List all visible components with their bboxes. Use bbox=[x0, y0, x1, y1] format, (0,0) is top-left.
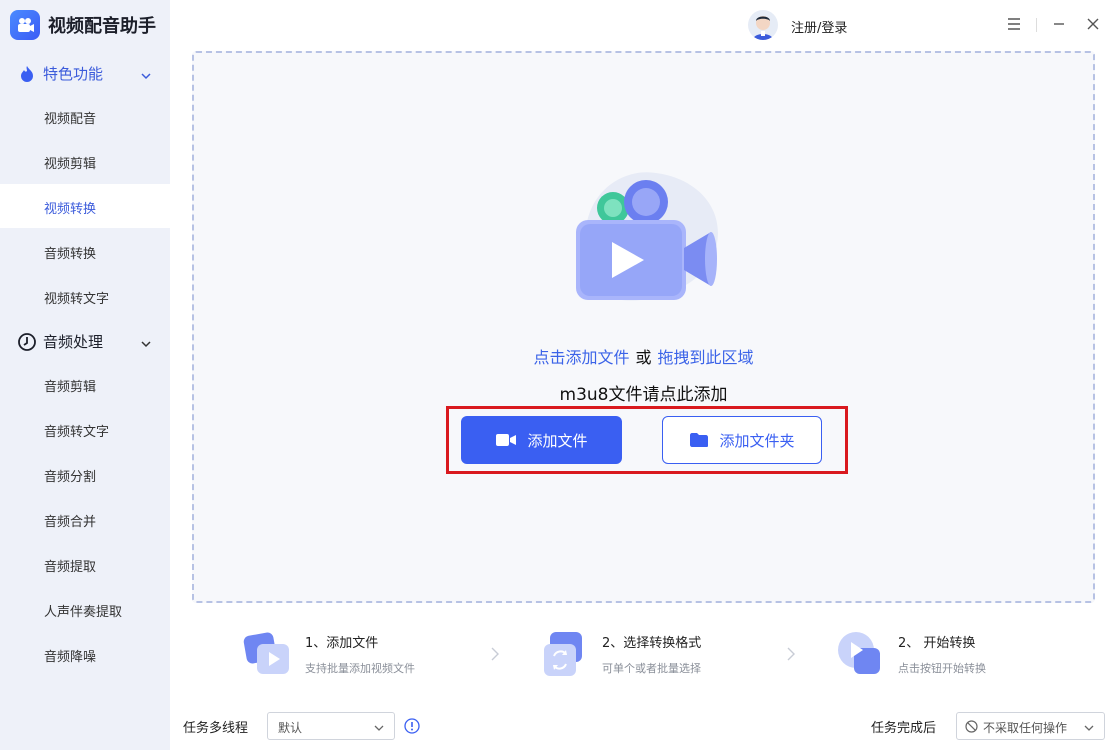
video-icon bbox=[495, 432, 517, 448]
sidebar-item-label: 音频分割 bbox=[44, 470, 97, 485]
m3u8-link[interactable]: m3u8文件请点此添加 bbox=[192, 380, 1095, 405]
file-drop-zone[interactable] bbox=[192, 51, 1095, 603]
add-file-button[interactable]: 添加文件 bbox=[461, 416, 622, 464]
titlebar-divider bbox=[1036, 18, 1037, 32]
group-featured[interactable]: 特色功能 bbox=[0, 55, 170, 91]
step-desc: 点击按钮开始转换 bbox=[898, 662, 986, 675]
sidebar-item-video-convert[interactable]: 视频转换 bbox=[0, 184, 170, 228]
folder-icon bbox=[689, 432, 709, 448]
step-desc: 支持批量添加视频文件 bbox=[305, 662, 415, 675]
menu-icon[interactable] bbox=[1006, 16, 1022, 32]
group-audio[interactable]: 音频处理 bbox=[0, 323, 170, 359]
thread-select-value: 默认 bbox=[278, 721, 303, 735]
sidebar-item-label: 视频转换 bbox=[44, 202, 97, 217]
group-featured-label: 特色功能 bbox=[43, 65, 104, 83]
ban-icon bbox=[965, 720, 978, 733]
video-camera-icon bbox=[566, 168, 726, 308]
sidebar-item-video-edit[interactable]: 视频剪辑 bbox=[0, 139, 170, 183]
after-task-select[interactable]: 不采取任何操作 bbox=[956, 712, 1105, 740]
sidebar-item-audio-convert[interactable]: 音频转换 bbox=[0, 229, 170, 273]
flame-icon bbox=[17, 64, 37, 84]
sidebar: 视频配音助手 特色功能 视频配音 视频剪辑 视频转换 音频转换 视频转文字 音频… bbox=[0, 0, 170, 750]
chevron-down-icon bbox=[1084, 722, 1094, 732]
clock-music-icon bbox=[17, 332, 37, 352]
drop-hint: 点击添加文件或拖拽到此区域 bbox=[192, 344, 1095, 368]
sidebar-item-label: 视频配音 bbox=[44, 112, 97, 127]
minimize-icon[interactable] bbox=[1051, 16, 1067, 32]
convert-icon bbox=[540, 630, 588, 678]
sidebar-item-label: 音频转换 bbox=[44, 247, 97, 262]
chevron-down-icon bbox=[140, 67, 152, 80]
or-text: 或 bbox=[635, 348, 652, 367]
sidebar-item-audio-merge[interactable]: 音频合并 bbox=[0, 497, 170, 541]
step-title: 2、选择转换格式 bbox=[602, 636, 702, 651]
click-add-link[interactable]: 点击添加文件 bbox=[533, 348, 629, 367]
add-video-icon bbox=[243, 630, 291, 678]
add-folder-button[interactable]: 添加文件夹 bbox=[662, 416, 822, 464]
chevron-right-icon bbox=[490, 646, 500, 662]
sidebar-item-label: 音频转文字 bbox=[44, 425, 110, 440]
step-title: 2、 开始转换 bbox=[898, 636, 976, 651]
thread-select[interactable]: 默认 bbox=[267, 712, 395, 740]
group-audio-label: 音频处理 bbox=[43, 333, 104, 351]
add-folder-label: 添加文件夹 bbox=[719, 431, 795, 450]
drag-area-text: 拖拽到此区域 bbox=[657, 348, 754, 367]
sidebar-item-label: 视频剪辑 bbox=[44, 157, 97, 172]
login-link[interactable]: 注册/登录 bbox=[791, 17, 847, 36]
add-file-label: 添加文件 bbox=[527, 431, 588, 450]
sidebar-item-vocal-extract[interactable]: 人声伴奏提取 bbox=[0, 587, 170, 631]
brand: 视频配音助手 bbox=[10, 10, 156, 40]
after-task-value: 不采取任何操作 bbox=[983, 721, 1068, 735]
avatar[interactable] bbox=[748, 10, 778, 40]
sidebar-item-noise-reduction[interactable]: 音频降噪 bbox=[0, 632, 170, 676]
app-title: 视频配音助手 bbox=[48, 16, 156, 37]
sidebar-item-audio-to-text[interactable]: 音频转文字 bbox=[0, 407, 170, 451]
close-icon[interactable] bbox=[1085, 16, 1101, 32]
sidebar-item-video-to-text[interactable]: 视频转文字 bbox=[0, 274, 170, 318]
chevron-right-icon bbox=[786, 646, 796, 662]
info-icon[interactable] bbox=[404, 718, 420, 734]
sidebar-item-audio-split[interactable]: 音频分割 bbox=[0, 452, 170, 496]
thread-label: 任务多线程 bbox=[183, 721, 249, 736]
play-icon bbox=[836, 630, 884, 678]
sidebar-item-video-dubbing[interactable]: 视频配音 bbox=[0, 94, 170, 138]
sidebar-item-label: 音频合并 bbox=[44, 515, 97, 530]
sidebar-item-label: 人声伴奏提取 bbox=[44, 605, 123, 620]
sidebar-item-label: 音频剪辑 bbox=[44, 380, 97, 395]
sidebar-item-label: 音频提取 bbox=[44, 560, 97, 575]
sidebar-item-label: 音频降噪 bbox=[44, 650, 97, 665]
after-task-label: 任务完成后 bbox=[871, 721, 937, 736]
step-title: 1、添加文件 bbox=[305, 636, 379, 651]
chevron-down-icon bbox=[374, 722, 384, 732]
sidebar-item-label: 视频转文字 bbox=[44, 292, 110, 307]
sidebar-item-audio-edit[interactable]: 音频剪辑 bbox=[0, 362, 170, 406]
app-logo-icon bbox=[10, 10, 40, 40]
chevron-down-icon bbox=[140, 335, 152, 348]
step-desc: 可单个或者批量选择 bbox=[602, 662, 701, 675]
sidebar-item-audio-extract[interactable]: 音频提取 bbox=[0, 542, 170, 586]
